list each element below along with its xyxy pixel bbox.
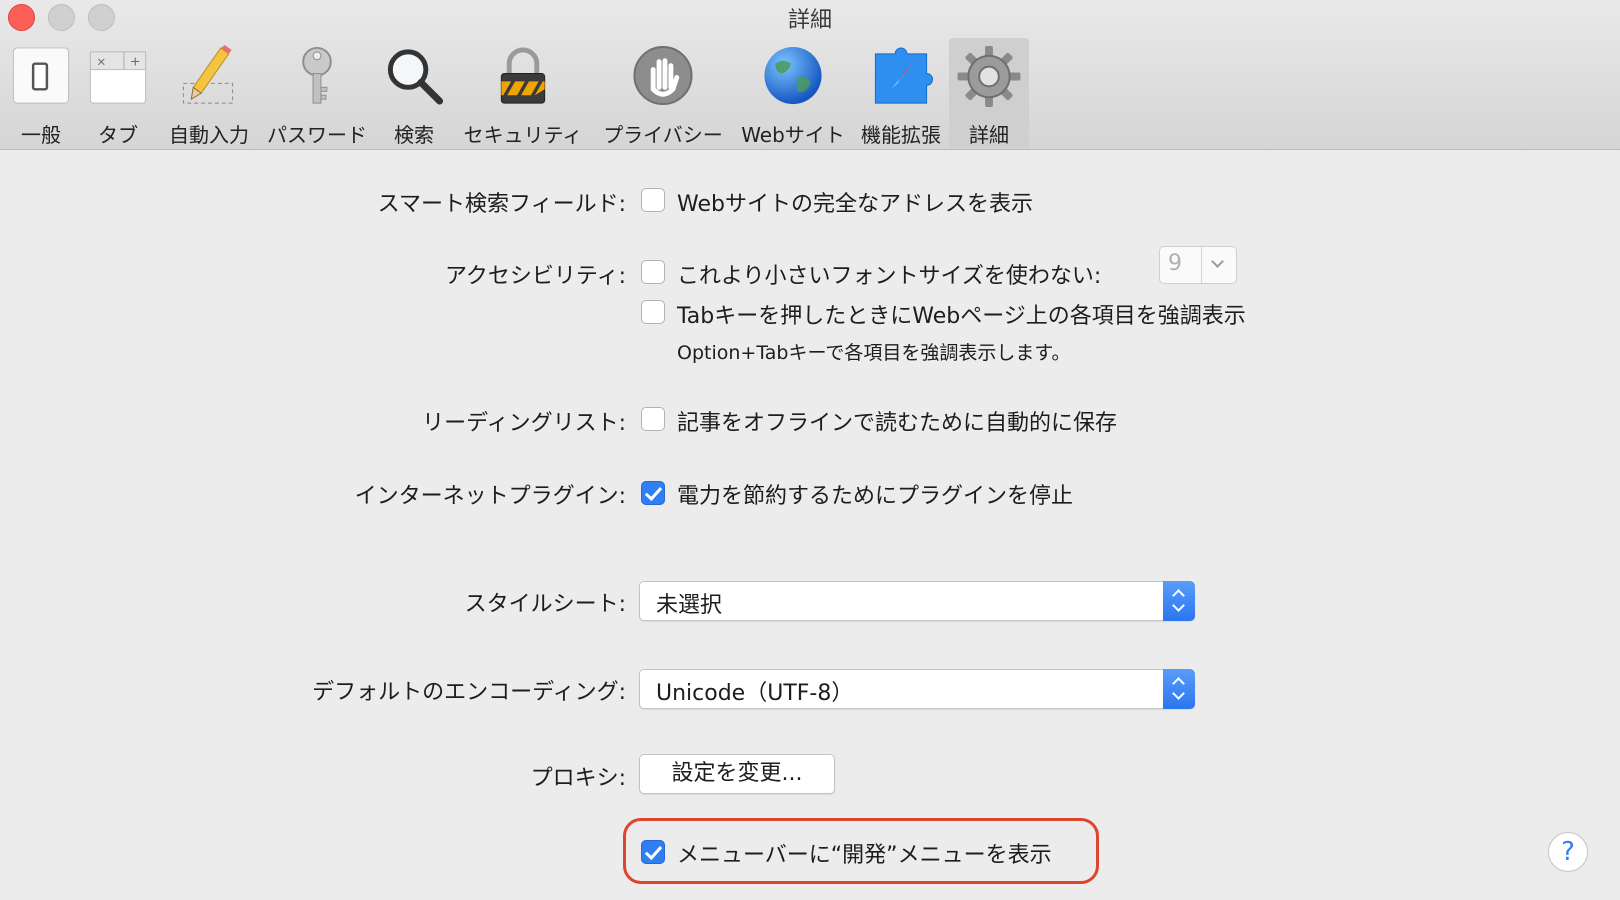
tab-search[interactable]: 検索 xyxy=(382,38,446,148)
change-proxy-settings-button[interactable]: 設定を変更... xyxy=(639,754,835,794)
show-full-address-checkbox[interactable] xyxy=(641,188,665,212)
tab-highlight-note: Option+Tabキーで各項目を強調表示します。 xyxy=(677,342,1071,364)
stylesheet-popup[interactable]: 未選択 xyxy=(639,581,1195,621)
default-encoding-label: デフォルトのエンコーディング: xyxy=(312,680,626,705)
tab-advanced-label: 詳細 xyxy=(969,123,1009,147)
up-down-arrows-icon xyxy=(1163,669,1195,709)
tab-search-label: 検索 xyxy=(394,123,434,147)
tab-passwords-label: パスワード xyxy=(267,123,367,147)
tab-websites[interactable]: Webサイト xyxy=(740,38,846,148)
help-button[interactable]: ? xyxy=(1548,832,1588,872)
internet-plugins-label: インターネットプラグイン: xyxy=(354,484,626,509)
svg-text:×: × xyxy=(96,55,106,69)
extension-puzzle-icon xyxy=(874,47,933,104)
stylesheet-label: スタイルシート: xyxy=(464,592,626,617)
default-encoding-popup[interactable]: Unicode（UTF-8） xyxy=(639,669,1195,709)
tab-extensions-label: 機能拡張 xyxy=(861,123,941,147)
stop-plugins-text: 電力を節約するためにプラグインを停止 xyxy=(677,484,1074,509)
tab-highlight-checkbox[interactable] xyxy=(641,300,665,324)
chevron-down-icon xyxy=(1201,247,1236,283)
show-full-address-text: Webサイトの完全なアドレスを表示 xyxy=(677,192,1033,217)
tab-autofill[interactable]: 自動入力 xyxy=(163,38,255,148)
padlock-icon xyxy=(500,47,546,104)
tab-security[interactable]: セキュリティ xyxy=(461,38,585,148)
stylesheet-value: 未選択 xyxy=(656,593,723,618)
gear-icon xyxy=(957,45,1021,108)
key-icon xyxy=(302,46,332,104)
reading-list-label: リーディングリスト: xyxy=(422,411,626,436)
show-develop-menu-checkbox[interactable] xyxy=(641,840,665,864)
tab-privacy-label: プライバシー xyxy=(603,123,723,147)
tab-advanced[interactable]: 詳細 xyxy=(949,38,1029,148)
save-articles-offline-text: 記事をオフラインで読むために自動的に保存 xyxy=(677,411,1118,436)
up-down-arrows-icon xyxy=(1163,581,1195,621)
hand-icon xyxy=(633,45,693,106)
tab-extensions[interactable]: 機能拡張 xyxy=(859,38,943,148)
window-title: 詳細 xyxy=(787,8,832,33)
tab-general-label: 一般 xyxy=(21,123,61,147)
min-font-size-select[interactable]: 9 xyxy=(1159,246,1237,284)
preferences-toolbar: 詳細 一般 × + タブ 自動入力 パスワード 検索 セキュリティ プライバシー… xyxy=(0,0,1620,150)
tab-websites-label: Webサイト xyxy=(741,123,845,147)
save-articles-offline-checkbox[interactable] xyxy=(641,407,665,431)
tab-passwords[interactable]: パスワード xyxy=(264,38,370,148)
tab-privacy[interactable]: プライバシー xyxy=(598,38,728,148)
stop-plugins-checkbox[interactable] xyxy=(641,481,665,505)
tab-autofill-label: 自動入力 xyxy=(169,123,249,147)
svg-text:+: + xyxy=(130,55,141,70)
tab-general[interactable]: 一般 xyxy=(8,38,74,148)
proxy-label: プロキシ: xyxy=(530,766,626,791)
tab-security-label: セキュリティ xyxy=(463,123,583,147)
tab-tabs-label: タブ xyxy=(98,123,138,147)
default-encoding-value: Unicode（UTF-8） xyxy=(656,681,854,706)
min-font-size-text: これより小さいフォントサイズを使わない: xyxy=(677,264,1102,289)
min-font-size-value: 9 xyxy=(1168,251,1182,276)
show-develop-menu-text: メニューバーに“開発”メニューを表示 xyxy=(677,843,1052,868)
smart-search-label: スマート検索フィールド: xyxy=(377,192,626,217)
globe-icon xyxy=(764,46,822,105)
tab-highlight-text: Tabキーを押したときにWebページ上の各項目を強調表示 xyxy=(677,304,1246,329)
general-switch-icon xyxy=(12,47,70,104)
min-font-size-checkbox[interactable] xyxy=(641,260,665,284)
pencil-icon xyxy=(182,44,234,104)
tab-tabs[interactable]: × + タブ xyxy=(84,38,152,148)
accessibility-label: アクセシビリティ: xyxy=(445,264,626,289)
tabs-icon: × + xyxy=(89,51,147,104)
magnifier-icon xyxy=(387,49,444,105)
